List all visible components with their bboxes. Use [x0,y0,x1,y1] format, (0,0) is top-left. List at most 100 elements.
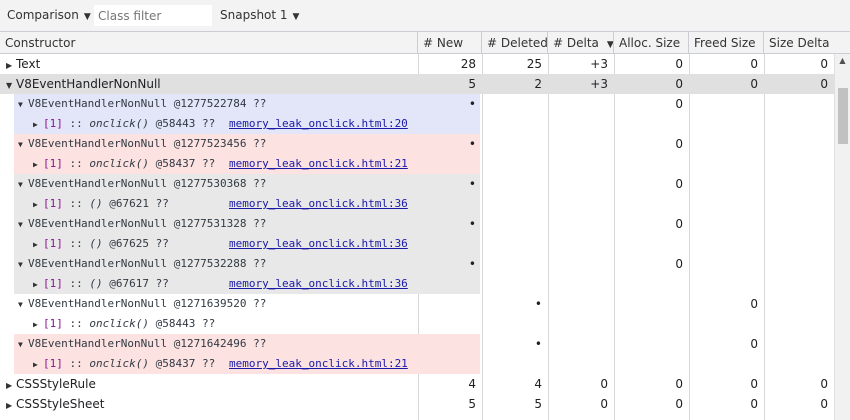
retainer-object-id: @58443 ?? [148,317,216,330]
presence-dot: • [534,337,542,351]
collapsed-triangle-icon[interactable]: ▶ [6,396,16,416]
retainer-separator: :: [62,277,90,290]
column-header-delta[interactable]: # Delta ▼ [548,32,614,54]
instance-cell: ▼ V8EventHandlerNonNull @1277531328 ?? [18,214,418,234]
source-link[interactable]: memory_leak_onclick.html:36 [229,234,408,254]
expanded-triangle-icon[interactable]: ▼ [18,175,28,195]
instance-cell: ▼ V8EventHandlerNonNull @1277530368 ?? [18,174,418,194]
retainer-separator: :: [62,357,90,370]
retainer-function: onclick() [89,157,149,170]
constructor-cell: ▶ CSSStyleSheet [6,394,416,414]
table-row[interactable]: ▼ V8EventHandlerNonNull @1277531328 ?? • 0 [0,214,850,234]
size-delta: 0 [820,77,828,91]
expanded-triangle-icon[interactable]: ▼ [18,255,28,275]
table-row[interactable]: ▶ CSSStyleSheet 5 5 0 0 0 0 [0,394,850,414]
deleted-count: 25 [526,57,542,71]
column-header-alloc-size[interactable]: Alloc. Size [614,32,689,54]
retainer-object-id: @67625 ?? [102,237,169,250]
source-link[interactable]: memory_leak_onclick.html:36 [229,194,408,214]
new-count: 28 [460,57,476,71]
source-link[interactable]: memory_leak_onclick.html:20 [229,114,408,134]
retainer-function: () [89,197,103,210]
table-row[interactable]: ▶ [1] :: onclick() @58443 ?? memory_leak_o… [0,114,850,134]
vertical-scrollbar[interactable]: ▲ [834,54,850,420]
source-link[interactable]: memory_leak_onclick.html:21 [229,354,408,374]
collapsed-triangle-icon[interactable]: ▶ [33,235,43,255]
table-row[interactable]: ▶ Text 28 25 +3 0 0 0 [0,54,850,74]
scroll-up-icon[interactable]: ▲ [835,54,850,68]
collapsed-triangle-icon[interactable]: ▶ [33,315,43,335]
retainer-object-id: @58437 ?? [148,357,216,370]
table-row[interactable]: ▶ [1] :: () @67617 ?? memory_leak_onclick.… [0,274,850,294]
delta-count: 0 [600,397,608,411]
column-header-deleted[interactable]: # Deleted [482,32,548,54]
table-row[interactable]: ▶ [1] :: onclick() @58437 ?? memory_leak_o… [0,154,850,174]
collapsed-triangle-icon[interactable]: ▶ [6,376,16,396]
collapsed-triangle-icon[interactable]: ▶ [33,275,43,295]
alloc-size: 0 [675,397,683,411]
expanded-triangle-icon[interactable]: ▼ [18,215,28,235]
retainer-index: [1] [43,277,63,290]
expanded-triangle-icon[interactable]: ▼ [6,76,16,96]
delta-count: 0 [600,377,608,391]
class-name: V8EventHandlerNonNull [16,77,161,91]
instance-cell: ▼ V8EventHandlerNonNull @1277532288 ?? [18,254,418,274]
snapshot-dropdown-label: Snapshot 1 [220,8,288,22]
scrollbar-thumb[interactable] [838,88,848,144]
instance-name: V8EventHandlerNonNull @1277530368 ?? [28,177,267,190]
table-row[interactable]: ▶ CSSStyleRule 4 4 0 0 0 0 [0,374,850,394]
table-row[interactable]: ▶ [1] :: onclick() @58437 ?? memory_leak_o… [0,354,850,374]
presence-dot: • [468,257,476,271]
presence-dot: • [534,297,542,311]
table-row[interactable]: ▼ V8EventHandlerNonNull @1271639520 ?? • 0 [0,294,850,314]
instance-name: V8EventHandlerNonNull @1277532288 ?? [28,257,267,270]
expanded-triangle-icon[interactable]: ▼ [18,135,28,155]
new-count: 4 [468,377,476,391]
size-delta: 0 [820,57,828,71]
source-link[interactable]: memory_leak_onclick.html:21 [229,154,408,174]
deleted-count: 2 [534,77,542,91]
column-header-new[interactable]: # New [418,32,482,54]
source-link[interactable]: memory_leak_onclick.html:36 [229,274,408,294]
collapsed-triangle-icon[interactable]: ▶ [33,195,43,215]
retainer-separator: :: [62,157,90,170]
expanded-triangle-icon[interactable]: ▼ [18,95,28,115]
expanded-triangle-icon[interactable]: ▼ [18,335,28,355]
presence-dot: • [468,217,476,231]
table-row[interactable]: ▶ [1] :: () @67625 ?? memory_leak_onclick.… [0,234,850,254]
sort-descending-icon: ▼ [606,40,614,50]
alloc-size: 0 [675,377,683,391]
constructor-cell: ▶ CSSStyleRule [6,374,416,394]
delta-count: +3 [590,77,608,91]
view-dropdown[interactable]: Comparison ▼ [7,0,91,31]
retainer-index: [1] [43,117,63,130]
column-header-freed-size[interactable]: Freed Size [689,32,764,54]
instance-name: V8EventHandlerNonNull @1277522784 ?? [28,97,267,110]
table-row[interactable]: ▼ V8EventHandlerNonNull @1277532288 ?? • 0 [0,254,850,274]
table-row[interactable]: ▼ V8EventHandlerNonNull 5 2 +3 0 0 0 [0,74,850,94]
retainer-index: [1] [43,357,63,370]
constructor-cell: ▼ V8EventHandlerNonNull [6,74,416,94]
expanded-triangle-icon[interactable]: ▼ [18,295,28,315]
retainer-object-id: @67617 ?? [102,277,169,290]
table-row[interactable]: ▶ [1] :: onclick() @58443 ?? [0,314,850,334]
freed-size: 0 [750,377,758,391]
collapsed-triangle-icon[interactable]: ▶ [33,155,43,175]
retainer-index: [1] [43,237,63,250]
class-name: CSSStyleRule [16,377,96,391]
collapsed-triangle-icon[interactable]: ▶ [6,56,16,76]
table-row[interactable]: ▶ [1] :: () @67621 ?? memory_leak_onclick.… [0,194,850,214]
freed-size: 0 [750,397,758,411]
collapsed-triangle-icon[interactable]: ▶ [33,355,43,375]
snapshot-dropdown[interactable]: Snapshot 1 ▼ [220,0,299,31]
class-filter-input[interactable] [93,4,213,27]
table-row[interactable]: ▼ V8EventHandlerNonNull @1277530368 ?? • 0 [0,174,850,194]
collapsed-triangle-icon[interactable]: ▶ [33,115,43,135]
table-row[interactable]: ▼ V8EventHandlerNonNull @1277523456 ?? • 0 [0,134,850,154]
table-row[interactable]: ▼ V8EventHandlerNonNull @1277522784 ?? • 0 [0,94,850,114]
alloc-size: 0 [675,57,683,71]
instance-size: 0 [675,137,683,151]
table-row[interactable]: ▼ V8EventHandlerNonNull @1271642496 ?? • 0 [0,334,850,354]
column-header-constructor[interactable]: Constructor [0,32,418,54]
column-header-size-delta[interactable]: Size Delta [764,32,850,54]
